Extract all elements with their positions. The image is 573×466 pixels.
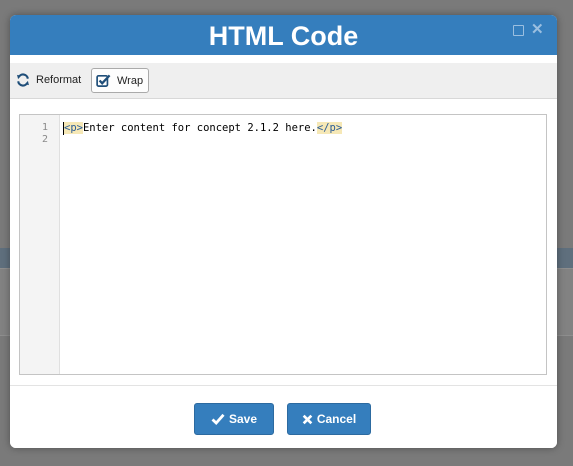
code-close-tag: </p> — [316, 122, 343, 134]
code-open-tag: <p> — [64, 122, 83, 134]
code-editor[interactable]: 1 2 <p>Enter content for concept 2.1.2 h… — [19, 114, 547, 375]
cancel-button[interactable]: Cancel — [287, 403, 371, 435]
checkbox-checked-icon — [96, 74, 111, 87]
dialog-footer: Save Cancel — [10, 385, 557, 448]
save-label: Save — [228, 412, 258, 426]
check-icon — [211, 413, 225, 425]
line-number-gutter: 1 2 — [20, 115, 60, 374]
wrap-toggle-button[interactable]: Wrap — [91, 68, 150, 93]
dialog-title: HTML Code — [208, 21, 359, 51]
cancel-label: Cancel — [316, 412, 357, 426]
wrap-label: Wrap — [117, 74, 144, 87]
save-button[interactable]: Save — [194, 403, 274, 435]
close-icon[interactable]: ✕ — [531, 22, 544, 37]
line-number: 2 — [41, 134, 48, 145]
code-text: Enter content for concept 2.1.2 here. — [82, 122, 317, 134]
reformat-button[interactable]: Reformat — [16, 68, 81, 91]
html-code-dialog: HTML Code ✕ Reformat Wrap 1 2 <p>Enter c… — [10, 15, 557, 448]
x-icon — [302, 414, 313, 424]
code-line[interactable]: <p>Enter content for concept 2.1.2 here.… — [64, 122, 343, 134]
refresh-icon — [17, 72, 29, 87]
maximize-icon[interactable] — [512, 24, 524, 36]
dialog-titlebar[interactable]: HTML Code ✕ — [10, 15, 557, 55]
editor-toolbar: Reformat Wrap — [10, 63, 557, 99]
reformat-label: Reformat — [36, 73, 82, 86]
line-number: 1 — [41, 122, 48, 133]
